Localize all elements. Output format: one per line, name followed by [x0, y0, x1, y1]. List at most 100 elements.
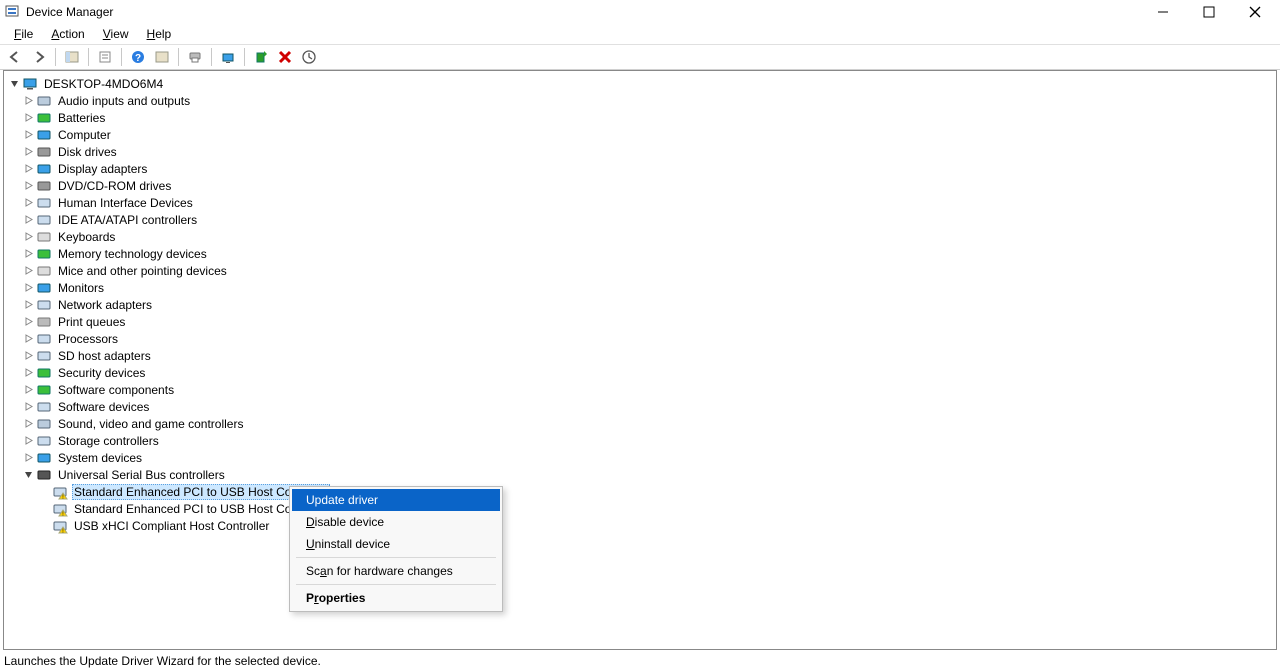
properties-button[interactable]	[94, 46, 116, 68]
menu-action[interactable]: Action	[43, 26, 92, 42]
print-button[interactable]	[184, 46, 206, 68]
category-disk-drives[interactable]: Disk drives	[6, 143, 1274, 160]
expand-icon[interactable]	[20, 402, 36, 411]
expand-icon[interactable]	[20, 147, 36, 156]
ctx-uninstall-device[interactable]: Uninstall device	[292, 533, 500, 555]
expand-icon[interactable]	[20, 164, 36, 173]
expand-icon[interactable]	[20, 368, 36, 377]
expand-icon[interactable]	[20, 419, 36, 428]
expand-icon[interactable]	[20, 181, 36, 190]
category-icon	[36, 144, 52, 160]
category-label: Disk drives	[56, 145, 119, 159]
ctx-scan-hardware[interactable]: Scan for hardware changes	[292, 560, 500, 582]
usb-device-icon: !	[52, 501, 68, 517]
category-storage-controllers[interactable]: Storage controllers	[6, 432, 1274, 449]
expand-icon[interactable]	[20, 351, 36, 360]
category-label: Keyboards	[56, 230, 117, 244]
expand-icon[interactable]	[20, 198, 36, 207]
category-memory-technology-devices[interactable]: Memory technology devices	[6, 245, 1274, 262]
category-label: Computer	[56, 128, 113, 142]
category-icon	[36, 110, 52, 126]
menu-file[interactable]: File	[6, 26, 41, 42]
expand-icon[interactable]	[20, 215, 36, 224]
device-standard-enhanced-pci-to-usb-host-controller-1[interactable]: !Standard Enhanced PCI to USB Host Contr…	[6, 500, 1274, 517]
category-icon	[36, 212, 52, 228]
category-ide-ata-atapi-controllers[interactable]: IDE ATA/ATAPI controllers	[6, 211, 1274, 228]
expand-icon[interactable]	[20, 96, 36, 105]
scan-button[interactable]	[217, 46, 239, 68]
category-monitors[interactable]: Monitors	[6, 279, 1274, 296]
expand-icon[interactable]	[20, 266, 36, 275]
category-batteries[interactable]: Batteries	[6, 109, 1274, 126]
expand-icon[interactable]	[20, 317, 36, 326]
device-label: USB xHCI Compliant Host Controller	[72, 519, 271, 533]
expand-icon[interactable]	[20, 300, 36, 309]
category-icon	[36, 297, 52, 313]
maximize-button[interactable]	[1200, 3, 1218, 21]
back-button[interactable]	[4, 46, 26, 68]
category-computer[interactable]: Computer	[6, 126, 1274, 143]
category-display-adapters[interactable]: Display adapters	[6, 160, 1274, 177]
minimize-button[interactable]	[1154, 3, 1172, 21]
category-label: DVD/CD-ROM drives	[56, 179, 173, 193]
enable-device-button[interactable]	[250, 46, 272, 68]
close-button[interactable]	[1246, 3, 1264, 21]
category-universal-serial-bus-controllers[interactable]: Universal Serial Bus controllers	[6, 466, 1274, 483]
expand-icon[interactable]	[20, 113, 36, 122]
category-network-adapters[interactable]: Network adapters	[6, 296, 1274, 313]
category-label: Audio inputs and outputs	[56, 94, 192, 108]
category-mice-and-other-pointing-devices[interactable]: Mice and other pointing devices	[6, 262, 1274, 279]
expand-icon[interactable]	[20, 249, 36, 258]
titlebar: Device Manager	[0, 0, 1280, 24]
expand-icon[interactable]	[20, 283, 36, 292]
device-usb-xhci-compliant-host-controller-2[interactable]: !USB xHCI Compliant Host Controller	[6, 517, 1274, 534]
category-label: Network adapters	[56, 298, 154, 312]
category-label: Security devices	[56, 366, 147, 380]
disable-device-button[interactable]	[274, 46, 296, 68]
expand-icon[interactable]	[20, 453, 36, 462]
app-icon	[4, 4, 20, 20]
category-keyboards[interactable]: Keyboards	[6, 228, 1274, 245]
category-system-devices[interactable]: System devices	[6, 449, 1274, 466]
category-label: IDE ATA/ATAPI controllers	[56, 213, 199, 227]
category-label: System devices	[56, 451, 144, 465]
category-audio-inputs-and-outputs[interactable]: Audio inputs and outputs	[6, 92, 1274, 109]
category-icon	[36, 450, 52, 466]
category-icon	[36, 263, 52, 279]
ctx-update-driver[interactable]: Update driver	[292, 489, 500, 511]
expand-icon[interactable]	[20, 470, 36, 479]
category-label: Software devices	[56, 400, 151, 414]
update-driver-button[interactable]	[298, 46, 320, 68]
tree-root[interactable]: DESKTOP-4MDO6M4	[6, 75, 1274, 92]
category-print-queues[interactable]: Print queues	[6, 313, 1274, 330]
category-human-interface-devices[interactable]: Human Interface Devices	[6, 194, 1274, 211]
show-hide-button[interactable]	[61, 46, 83, 68]
menu-view[interactable]: View	[95, 26, 137, 42]
menu-help[interactable]: Help	[139, 26, 180, 42]
category-icon	[36, 314, 52, 330]
ctx-disable-device[interactable]: Disable device	[292, 511, 500, 533]
category-icon	[36, 195, 52, 211]
category-icon	[36, 161, 52, 177]
category-dvd-cd-rom-drives[interactable]: DVD/CD-ROM drives	[6, 177, 1274, 194]
expand-icon[interactable]	[20, 334, 36, 343]
toolbar-button-5[interactable]	[151, 46, 173, 68]
collapse-icon[interactable]	[6, 79, 22, 88]
category-security-devices[interactable]: Security devices	[6, 364, 1274, 381]
help-button[interactable]: ?	[127, 46, 149, 68]
category-processors[interactable]: Processors	[6, 330, 1274, 347]
category-label: Human Interface Devices	[56, 196, 195, 210]
expand-icon[interactable]	[20, 232, 36, 241]
category-sound-video-and-game-controllers[interactable]: Sound, video and game controllers	[6, 415, 1274, 432]
expand-icon[interactable]	[20, 436, 36, 445]
device-standard-enhanced-pci-to-usb-host-controller-0[interactable]: !Standard Enhanced PCI to USB Host Contr…	[6, 483, 1274, 500]
expand-icon[interactable]	[20, 385, 36, 394]
toolbar: ?	[0, 44, 1280, 70]
expand-icon[interactable]	[20, 130, 36, 139]
ctx-properties[interactable]: Properties	[292, 587, 500, 609]
forward-button[interactable]	[28, 46, 50, 68]
category-software-components[interactable]: Software components	[6, 381, 1274, 398]
category-sd-host-adapters[interactable]: SD host adapters	[6, 347, 1274, 364]
statusbar: Launches the Update Driver Wizard for th…	[0, 652, 1280, 672]
category-software-devices[interactable]: Software devices	[6, 398, 1274, 415]
